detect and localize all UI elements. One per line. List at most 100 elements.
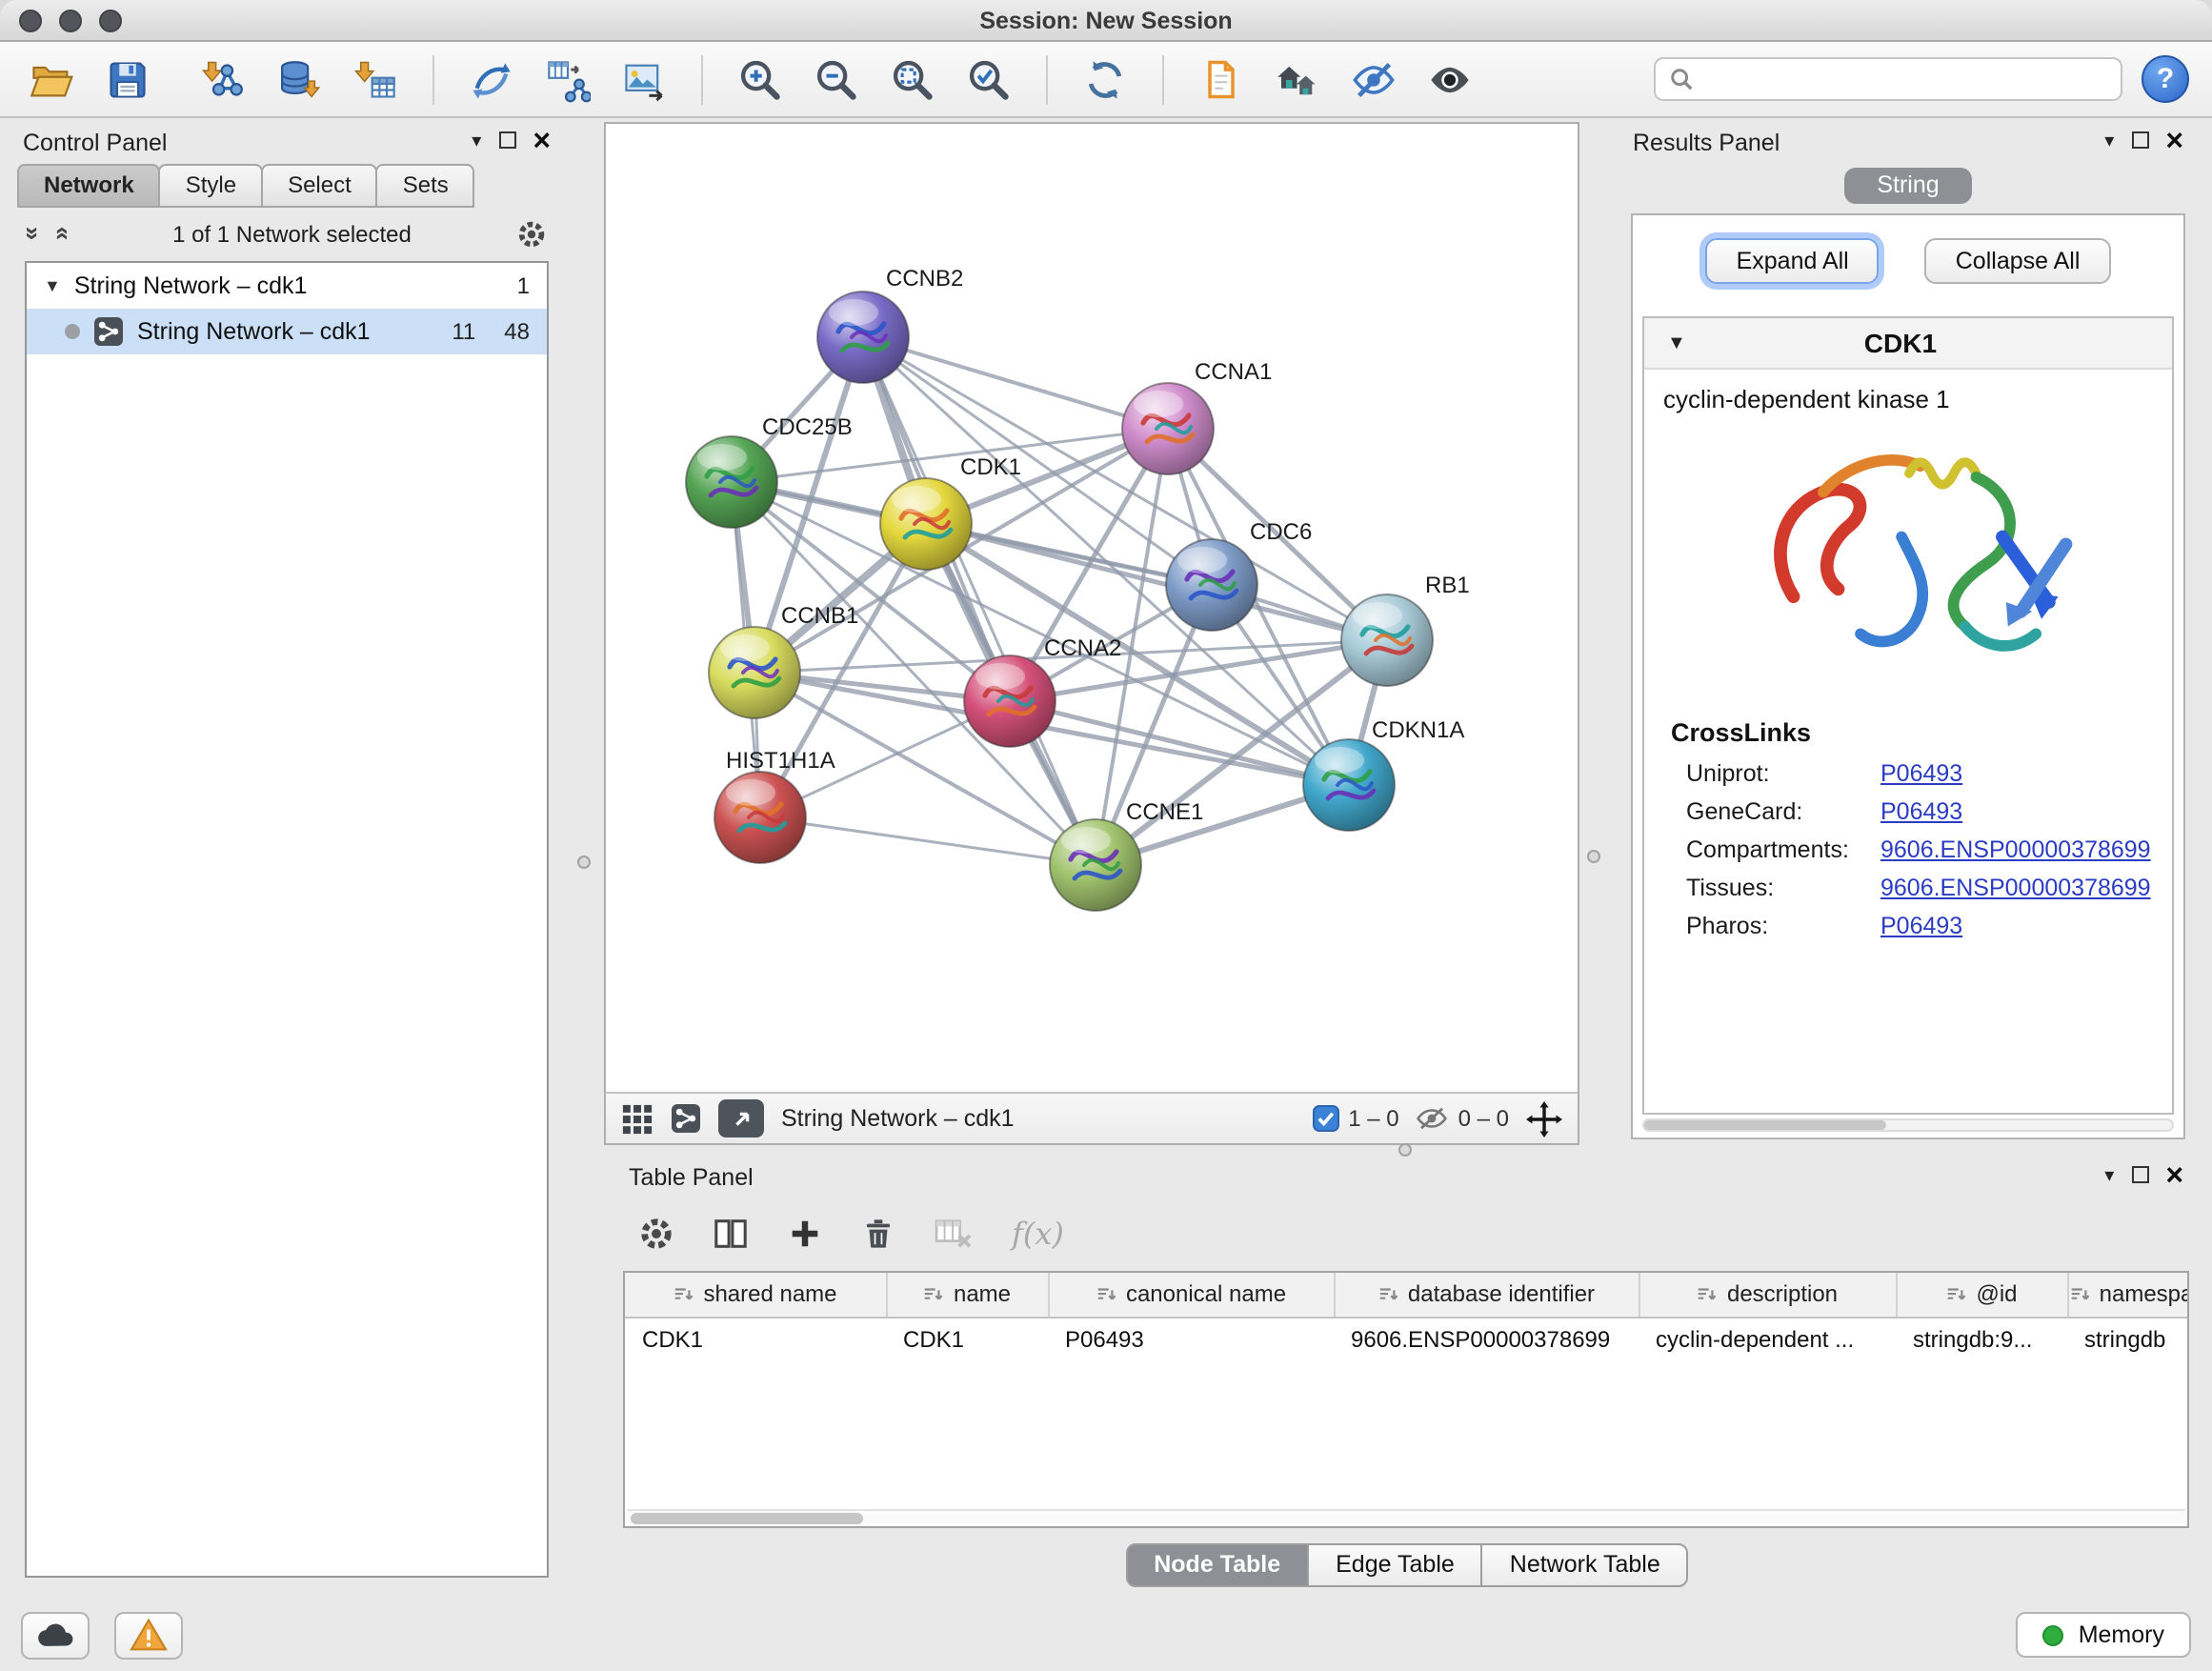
right-splitter-handle[interactable] — [1587, 850, 1600, 863]
network-node-CCNB2[interactable] — [817, 292, 909, 383]
float-panel-icon[interactable] — [498, 131, 515, 153]
zoom-out-button[interactable] — [808, 50, 865, 108]
tab-sets[interactable]: Sets — [376, 164, 475, 208]
detach-view-button[interactable] — [718, 1099, 764, 1137]
close-panel-icon[interactable]: × — [2165, 1161, 2183, 1192]
network-options-gear-icon[interactable] — [516, 218, 547, 249]
import-table-file-button[interactable] — [347, 50, 404, 108]
network-edge-CDK1-RB1[interactable] — [926, 524, 1387, 640]
tab-edge-table[interactable]: Edge Table — [1307, 1543, 1483, 1587]
column-header-id[interactable]: @id — [1896, 1273, 2067, 1317]
import-network-file-button[interactable] — [194, 50, 251, 108]
function-builder-icon[interactable]: f(x) — [1012, 1215, 1064, 1251]
delete-column-trash-icon[interactable] — [861, 1215, 895, 1251]
column-header-namespace[interactable]: namespac — [2067, 1273, 2189, 1317]
zoom-fit-button[interactable] — [884, 50, 941, 108]
network-node-CDKN1A[interactable] — [1303, 739, 1395, 831]
table-row[interactable]: CDK1 CDK1 P06493 9606.ENSP00000378699 cy… — [625, 1317, 2189, 1360]
memory-button[interactable]: Memory — [2016, 1612, 2191, 1658]
panel-menu-icon[interactable]: ▾ — [2104, 1167, 2114, 1186]
cloud-status-button[interactable] — [21, 1611, 90, 1659]
column-header-shared-name[interactable]: shared name — [625, 1273, 886, 1317]
table-settings-gear-icon[interactable] — [638, 1215, 674, 1251]
tree-row-network[interactable]: String Network – cdk1 11 48 — [27, 309, 547, 354]
tab-network-table[interactable]: Network Table — [1481, 1543, 1689, 1587]
tree-row-collection[interactable]: ▼ String Network – cdk1 1 — [27, 263, 547, 309]
show-all-networks-button[interactable] — [1269, 50, 1326, 108]
close-panel-icon[interactable]: × — [533, 127, 551, 157]
section-collapse-icon[interactable]: ▼ — [1667, 332, 1686, 353]
hidden-eye-slash-icon[interactable] — [1417, 1105, 1449, 1132]
tab-node-table[interactable]: Node Table — [1125, 1543, 1309, 1587]
float-panel-icon[interactable] — [2131, 1165, 2148, 1188]
show-selected-button[interactable] — [1421, 50, 1478, 108]
import-network-database-button[interactable] — [271, 50, 328, 108]
panel-menu-icon[interactable]: ▾ — [472, 132, 481, 151]
show-columns-icon[interactable] — [713, 1215, 749, 1251]
column-header-name[interactable]: name — [886, 1273, 1048, 1317]
network-edge-CCNB2-CCNE1[interactable] — [863, 337, 1096, 865]
column-header-database-identifier[interactable]: database identifier — [1334, 1273, 1639, 1317]
search-input[interactable] — [1703, 66, 2107, 92]
minimize-window-button[interactable] — [59, 10, 82, 32]
results-horizontal-scrollbar[interactable] — [1642, 1118, 2174, 1132]
network-node-CDK1[interactable] — [880, 478, 972, 570]
toolbar-search-box[interactable] — [1654, 57, 2122, 101]
help-button[interactable]: ? — [2142, 55, 2189, 103]
birdseye-view-icon[interactable] — [671, 1103, 701, 1134]
tab-string[interactable]: String — [1844, 168, 1971, 204]
close-window-button[interactable] — [19, 10, 42, 32]
network-edge-CCNE1-HIST1H1A[interactable] — [760, 817, 1096, 865]
column-header-canonical-name[interactable]: canonical name — [1048, 1273, 1334, 1317]
close-panel-icon[interactable]: × — [2165, 127, 2183, 157]
crosslink-pharos[interactable]: P06493 — [1880, 913, 1962, 939]
network-node-CDC25B[interactable] — [686, 436, 777, 528]
tab-network[interactable]: Network — [17, 164, 161, 208]
expand-all-networks-icon[interactable]: » — [47, 227, 75, 240]
open-session-button[interactable] — [23, 50, 80, 108]
selected-checkbox-icon[interactable] — [1312, 1105, 1338, 1132]
expand-all-button[interactable]: Expand All — [1706, 238, 1880, 284]
hide-selected-button[interactable] — [1345, 50, 1402, 108]
network-graph[interactable]: CCNB2CCNA1CDC25BCDK1CDC6RB1CCNB1CCNA2CDK… — [606, 124, 1578, 1092]
pan-crosshair-icon[interactable] — [1526, 1100, 1562, 1137]
warnings-button[interactable] — [114, 1611, 183, 1659]
zoom-window-button[interactable] — [99, 10, 122, 32]
zoom-in-button[interactable] — [732, 50, 789, 108]
collapse-all-button[interactable]: Collapse All — [1925, 238, 2111, 284]
horizontal-splitter-handle[interactable] — [1398, 1143, 1412, 1157]
network-node-CDC6[interactable] — [1166, 539, 1257, 631]
network-node-CCNA2[interactable] — [964, 655, 1056, 747]
network-node-HIST1H1A[interactable] — [714, 772, 806, 863]
create-column-plus-icon[interactable] — [787, 1215, 823, 1251]
new-network-from-table-button[interactable] — [539, 50, 596, 108]
left-splitter-handle[interactable] — [577, 856, 591, 869]
collapse-all-networks-icon[interactable]: » — [19, 227, 48, 240]
crosslink-uniprot[interactable]: P06493 — [1880, 760, 1962, 787]
save-session-button[interactable] — [99, 50, 156, 108]
crosslink-compartments[interactable]: 9606.ENSP00000378699 — [1880, 836, 2151, 863]
string-network-icon — [93, 316, 124, 347]
collapse-icon[interactable]: ▼ — [44, 276, 61, 295]
network-node-CCNA1[interactable] — [1122, 383, 1214, 474]
panel-menu-icon[interactable]: ▾ — [2104, 132, 2114, 151]
network-node-RB1[interactable] — [1341, 594, 1433, 686]
delete-table-icon-disabled[interactable] — [934, 1217, 974, 1249]
table-horizontal-scrollbar[interactable] — [627, 1509, 2185, 1524]
refresh-view-button[interactable] — [1076, 50, 1134, 108]
network-node-CCNB1[interactable] — [709, 627, 800, 718]
network-canvas[interactable]: CCNB2CCNA1CDC25BCDK1CDC6RB1CCNB1CCNA2CDK… — [606, 124, 1578, 1092]
grid-view-icon[interactable] — [621, 1102, 654, 1135]
network-edge-CCNB2-CCNA1[interactable] — [863, 337, 1168, 429]
network-node-CCNE1[interactable] — [1050, 819, 1141, 911]
export-image-button[interactable] — [615, 50, 673, 108]
tab-select[interactable]: Select — [261, 164, 378, 208]
crosslink-genecard[interactable]: P06493 — [1880, 798, 1962, 825]
tab-style[interactable]: Style — [159, 164, 263, 208]
network-tools-button[interactable] — [463, 50, 520, 108]
crosslink-tissues[interactable]: 9606.ENSP00000378699 — [1880, 875, 2151, 901]
clone-network-button[interactable] — [1193, 50, 1250, 108]
zoom-selected-button[interactable] — [960, 50, 1017, 108]
column-header-description[interactable]: description — [1639, 1273, 1896, 1317]
float-panel-icon[interactable] — [2131, 131, 2148, 153]
